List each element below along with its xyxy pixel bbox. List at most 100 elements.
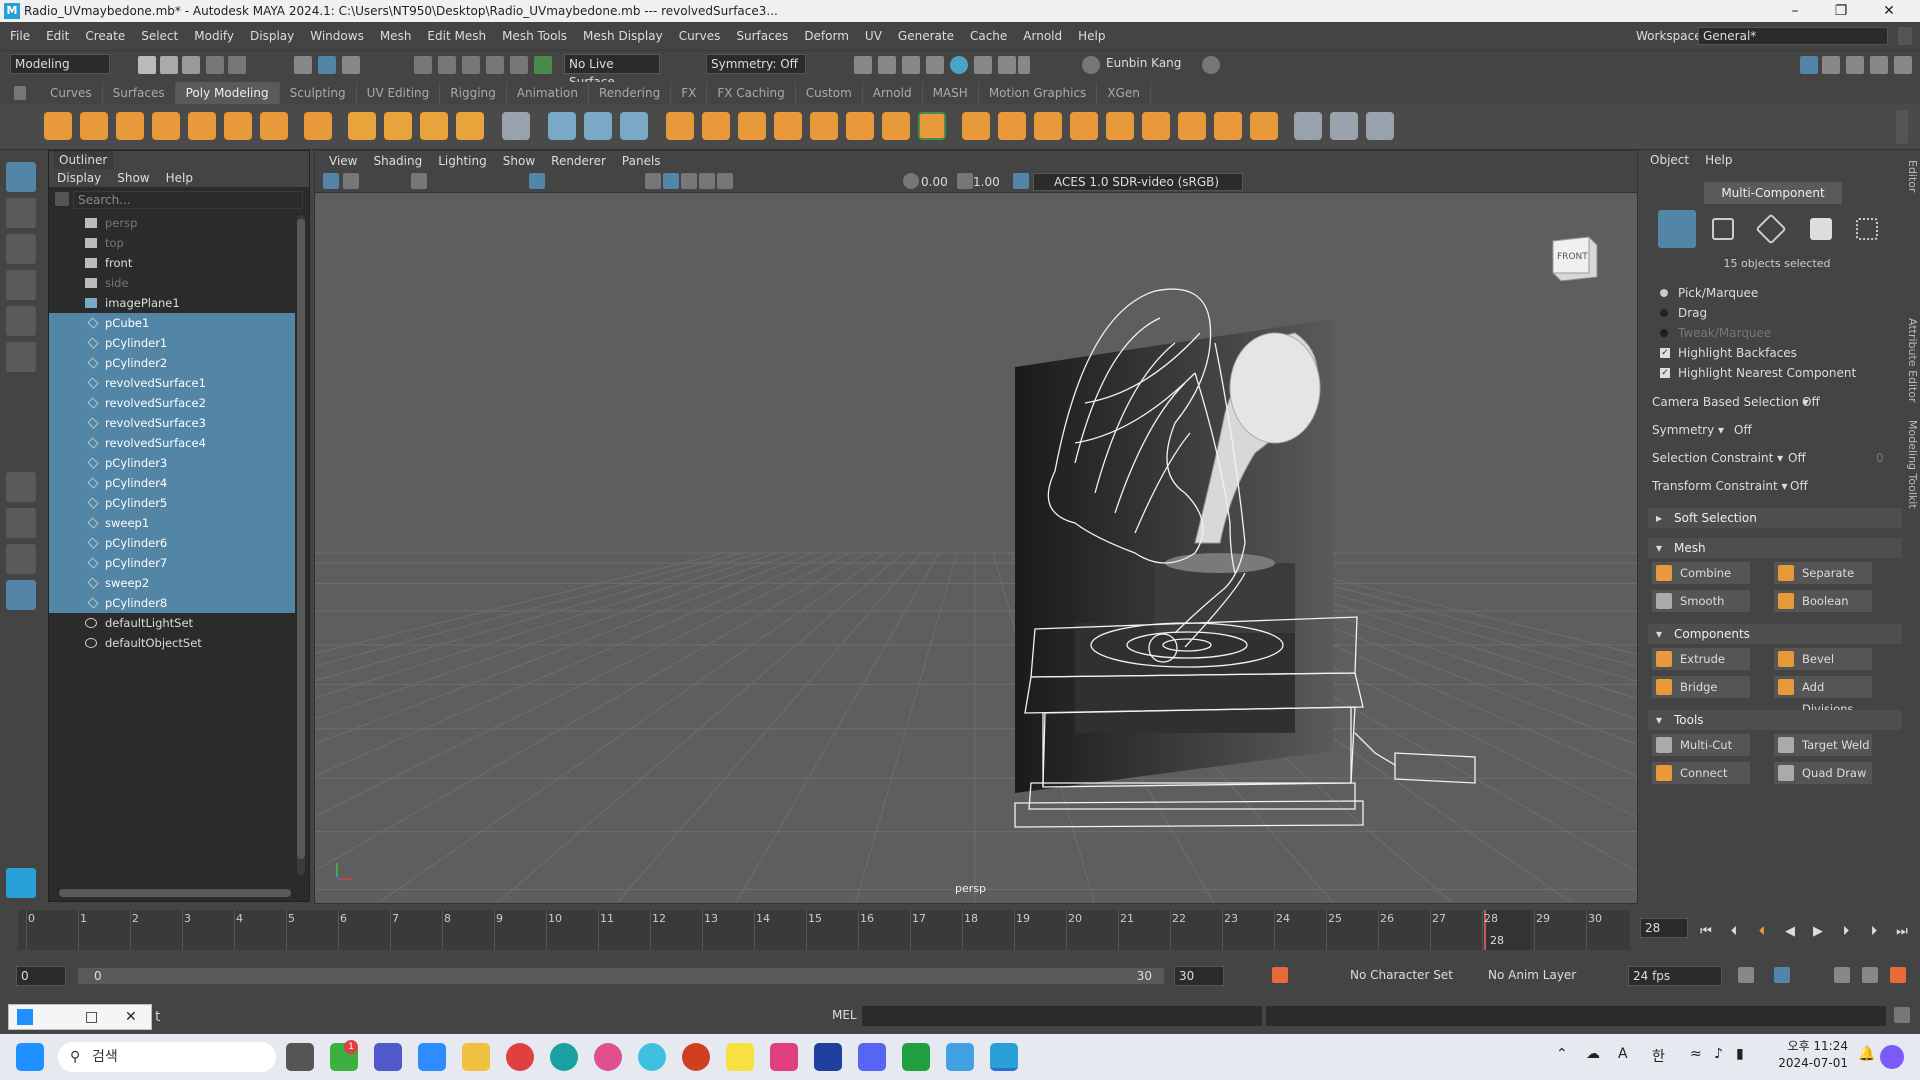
- render-sequence-icon[interactable]: [974, 56, 992, 74]
- volume-icon[interactable]: ♪: [1714, 1046, 1723, 1062]
- quad-draw-icon[interactable]: [1366, 112, 1394, 140]
- start-icon[interactable]: [16, 1043, 44, 1071]
- menu-generate[interactable]: Generate: [890, 22, 962, 50]
- outliner-item[interactable]: defaultLightSet: [49, 613, 295, 633]
- powerpoint-icon[interactable]: [682, 1043, 710, 1071]
- animation-start-field[interactable]: 0: [16, 966, 66, 986]
- step-back-icon[interactable]: ⏴: [1724, 922, 1744, 942]
- uv-mode-icon[interactable]: [1856, 218, 1878, 240]
- outliner-item[interactable]: persp: [49, 213, 295, 233]
- mesh-section[interactable]: ▾ Mesh: [1648, 538, 1902, 558]
- menu-mesh-tools[interactable]: Mesh Tools: [494, 22, 575, 50]
- lights-icon[interactable]: [717, 173, 733, 189]
- separate-icon[interactable]: [702, 112, 730, 140]
- toggle-channel-box-icon[interactable]: [1870, 56, 1888, 74]
- outliner-item[interactable]: defaultObjectSet: [49, 633, 295, 653]
- workspace-dropdown[interactable]: General*: [1698, 27, 1888, 45]
- character-set-dropdown[interactable]: No Character Set: [1346, 966, 1468, 986]
- two-pane-layout-icon[interactable]: [6, 544, 36, 574]
- four-view-layout-icon[interactable]: [6, 508, 36, 538]
- tab-motion-graphics[interactable]: Motion Graphics: [979, 82, 1098, 104]
- channel-box-side-tab[interactable]: Channel Box / Layer Editor: [1906, 160, 1920, 300]
- menu-arnold[interactable]: Arnold: [1015, 22, 1070, 50]
- outliner-item[interactable]: sweep2: [49, 573, 295, 593]
- tab-rigging[interactable]: Rigging: [440, 82, 507, 104]
- reduce-icon[interactable]: [846, 112, 874, 140]
- menu-select[interactable]: Select: [133, 22, 186, 50]
- viewport-menu-view[interactable]: View: [321, 151, 365, 171]
- command-language[interactable]: MEL: [832, 1008, 857, 1022]
- tools-section[interactable]: ▾ Tools: [1648, 710, 1902, 730]
- combine-button[interactable]: Combine: [1652, 562, 1750, 584]
- ipr-render-icon[interactable]: [878, 56, 896, 74]
- multi-component-button[interactable]: Multi-Component: [1704, 182, 1842, 204]
- lasso-tool-icon[interactable]: [6, 198, 36, 228]
- menu-file[interactable]: File: [2, 22, 38, 50]
- battery-icon[interactable]: ▮: [1736, 1046, 1744, 1062]
- tab-fx[interactable]: FX: [671, 82, 708, 104]
- tab-poly-modeling[interactable]: Poly Modeling: [175, 82, 280, 104]
- sweep-mesh-icon[interactable]: [384, 112, 412, 140]
- scale-tool-icon[interactable]: [6, 342, 36, 372]
- menu-create[interactable]: Create: [77, 22, 133, 50]
- bridge-icon[interactable]: [998, 112, 1026, 140]
- chevron-up-icon[interactable]: ⌃: [1556, 1046, 1568, 1062]
- components-section[interactable]: ▾ Components: [1648, 624, 1902, 644]
- outliner-item[interactable]: side: [49, 273, 295, 293]
- minimize-icon[interactable]: –: [1772, 0, 1818, 22]
- multi-cut-button[interactable]: Multi-Cut: [1652, 734, 1750, 756]
- menu-mesh[interactable]: Mesh: [372, 22, 420, 50]
- fps-dropdown[interactable]: 24 fps: [1628, 966, 1722, 986]
- type-icon[interactable]: [420, 112, 448, 140]
- play-forwards-icon[interactable]: ▶: [1808, 922, 1828, 942]
- color-picker-icon[interactable]: [638, 1043, 666, 1071]
- range-slider-bar[interactable]: 0 30: [78, 968, 1164, 984]
- smooth-button[interactable]: Smooth: [1652, 590, 1750, 612]
- gamma-field[interactable]: 1.00: [973, 173, 1000, 191]
- undo-icon[interactable]: [206, 56, 224, 74]
- menu-uv[interactable]: UV: [857, 22, 890, 50]
- snap-view-plane-icon[interactable]: [486, 56, 504, 74]
- new-scene-icon[interactable]: [138, 56, 156, 74]
- extrude-button[interactable]: Extrude: [1652, 648, 1750, 670]
- single-perspective-layout-icon[interactable]: [6, 472, 36, 502]
- scene-view[interactable]: [315, 193, 1638, 904]
- drag-radio[interactable]: Drag: [1658, 304, 1858, 322]
- command-input[interactable]: [862, 1006, 1262, 1026]
- taskbar-search[interactable]: 검색: [58, 1042, 276, 1072]
- mirror-icon[interactable]: [548, 112, 576, 140]
- go-to-start-icon[interactable]: ⏮: [1696, 922, 1716, 942]
- viewport-panel[interactable]: View Shading Lighting Show Renderer Panels 0.…: [314, 150, 1638, 904]
- maximize-icon[interactable]: ❐: [1818, 0, 1864, 22]
- help-icon[interactable]: [1202, 56, 1220, 74]
- center-pivot-icon[interactable]: [620, 112, 648, 140]
- kakaotalk-icon[interactable]: [726, 1043, 754, 1071]
- move-tool-icon[interactable]: [6, 270, 36, 300]
- close-icon[interactable]: ✕: [1866, 0, 1912, 22]
- target-weld-button[interactable]: Target Weld: [1774, 734, 1872, 756]
- sound-icon[interactable]: [1834, 967, 1850, 983]
- outliner-item[interactable]: sweep1: [49, 513, 295, 533]
- zoom-icon[interactable]: [418, 1043, 446, 1071]
- viewport-menu-panels[interactable]: Panels: [614, 151, 669, 171]
- poly-cube-icon[interactable]: [80, 112, 108, 140]
- render-layer-icon[interactable]: [998, 56, 1016, 74]
- poly-sphere-icon[interactable]: [44, 112, 72, 140]
- filter-icon[interactable]: [55, 192, 69, 206]
- tab-rendering[interactable]: Rendering: [589, 82, 672, 104]
- camera-based-selection-row[interactable]: Camera Based Selection ▾ Off: [1652, 392, 1902, 412]
- menu-curves[interactable]: Curves: [671, 22, 729, 50]
- outliner-item[interactable]: pCylinder4: [49, 473, 295, 493]
- gamma-icon[interactable]: [957, 173, 973, 189]
- wireframe-on-shaded-icon[interactable]: [681, 173, 697, 189]
- animation-end-field[interactable]: 30: [1174, 966, 1224, 986]
- exposure-icon[interactable]: [903, 173, 919, 189]
- grid-icon[interactable]: [529, 173, 545, 189]
- shelf-menu-icon[interactable]: [14, 86, 26, 100]
- hypershade-icon[interactable]: [926, 56, 944, 74]
- edge-loop-icon[interactable]: [1330, 112, 1358, 140]
- highlight-backfaces-checkbox[interactable]: ✓ Highlight Backfaces: [1658, 344, 1888, 362]
- ime-indicator[interactable]: A: [1618, 1046, 1628, 1062]
- file-explorer-icon[interactable]: [462, 1043, 490, 1071]
- tab-xgen[interactable]: XGen: [1097, 82, 1151, 104]
